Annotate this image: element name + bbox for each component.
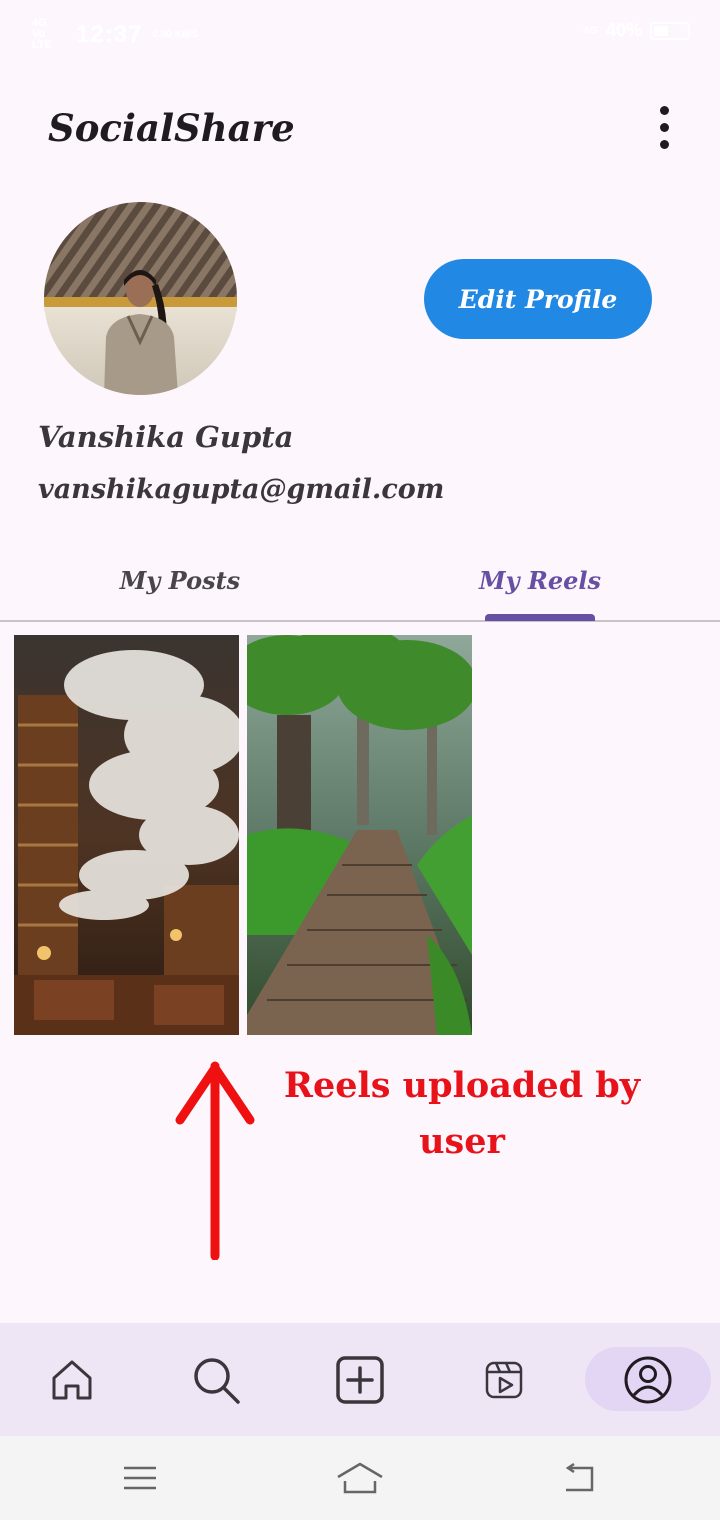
menu-icon xyxy=(124,1466,156,1490)
nav-home[interactable] xyxy=(0,1323,144,1436)
more-vert-icon[interactable] xyxy=(650,106,678,156)
system-back-button[interactable] xyxy=(530,1436,630,1520)
user-email: vanshikagupta@gmail.com xyxy=(38,474,445,505)
nav-add-post[interactable] xyxy=(288,1323,432,1436)
reels-icon xyxy=(485,1361,523,1398)
profile-photo xyxy=(44,202,237,395)
right-network-label: 4G xyxy=(583,24,598,37)
signal-label: Vo LTE xyxy=(32,28,52,51)
nav-reels[interactable] xyxy=(432,1323,576,1436)
reel-thumbnail[interactable] xyxy=(247,635,472,1035)
tab-my-posts[interactable]: My Posts xyxy=(0,540,360,620)
home-icon xyxy=(337,1462,383,1494)
system-home-button[interactable] xyxy=(310,1436,410,1520)
system-nav xyxy=(0,1436,720,1520)
nav-search[interactable] xyxy=(144,1323,288,1436)
tab-my-reels[interactable]: My Reels xyxy=(360,540,720,620)
status-bar: 4G Vo LTE 12:37 0.00 KB/S 4G 40% xyxy=(0,0,720,64)
reel-thumbnail[interactable] xyxy=(14,635,239,1035)
avatar[interactable] xyxy=(44,202,237,395)
app-title: SocialShare xyxy=(48,106,295,150)
back-icon xyxy=(565,1462,594,1492)
search-icon xyxy=(194,1357,240,1404)
status-left: 4G Vo LTE 12:37 0.00 KB/S xyxy=(32,18,199,51)
library-clouds-image xyxy=(14,635,239,1035)
add-post-icon xyxy=(336,1355,384,1404)
network-speed: 0.00 KB/S xyxy=(152,29,199,40)
tab-indicator xyxy=(485,614,595,621)
home-icon xyxy=(52,1360,92,1399)
status-time: 12:37 xyxy=(76,20,143,48)
battery-percent: 40% xyxy=(605,20,642,40)
battery-icon xyxy=(650,21,690,40)
annotation-arrow-icon xyxy=(175,1061,255,1260)
annotation-text: Reels uploaded by user xyxy=(283,1065,641,1162)
user-name: Vanshika Gupta xyxy=(38,420,294,454)
nav-profile[interactable] xyxy=(576,1323,720,1436)
forest-path-image xyxy=(247,635,472,1035)
status-right: 4G 40% xyxy=(583,20,690,41)
profile-tabs: My Posts My Reels xyxy=(0,540,720,622)
profile-icon xyxy=(624,1356,672,1403)
edit-profile-button[interactable]: Edit Profile xyxy=(424,259,652,339)
network-indicator: 4G Vo LTE xyxy=(32,18,66,51)
system-menu-button[interactable] xyxy=(90,1436,190,1520)
